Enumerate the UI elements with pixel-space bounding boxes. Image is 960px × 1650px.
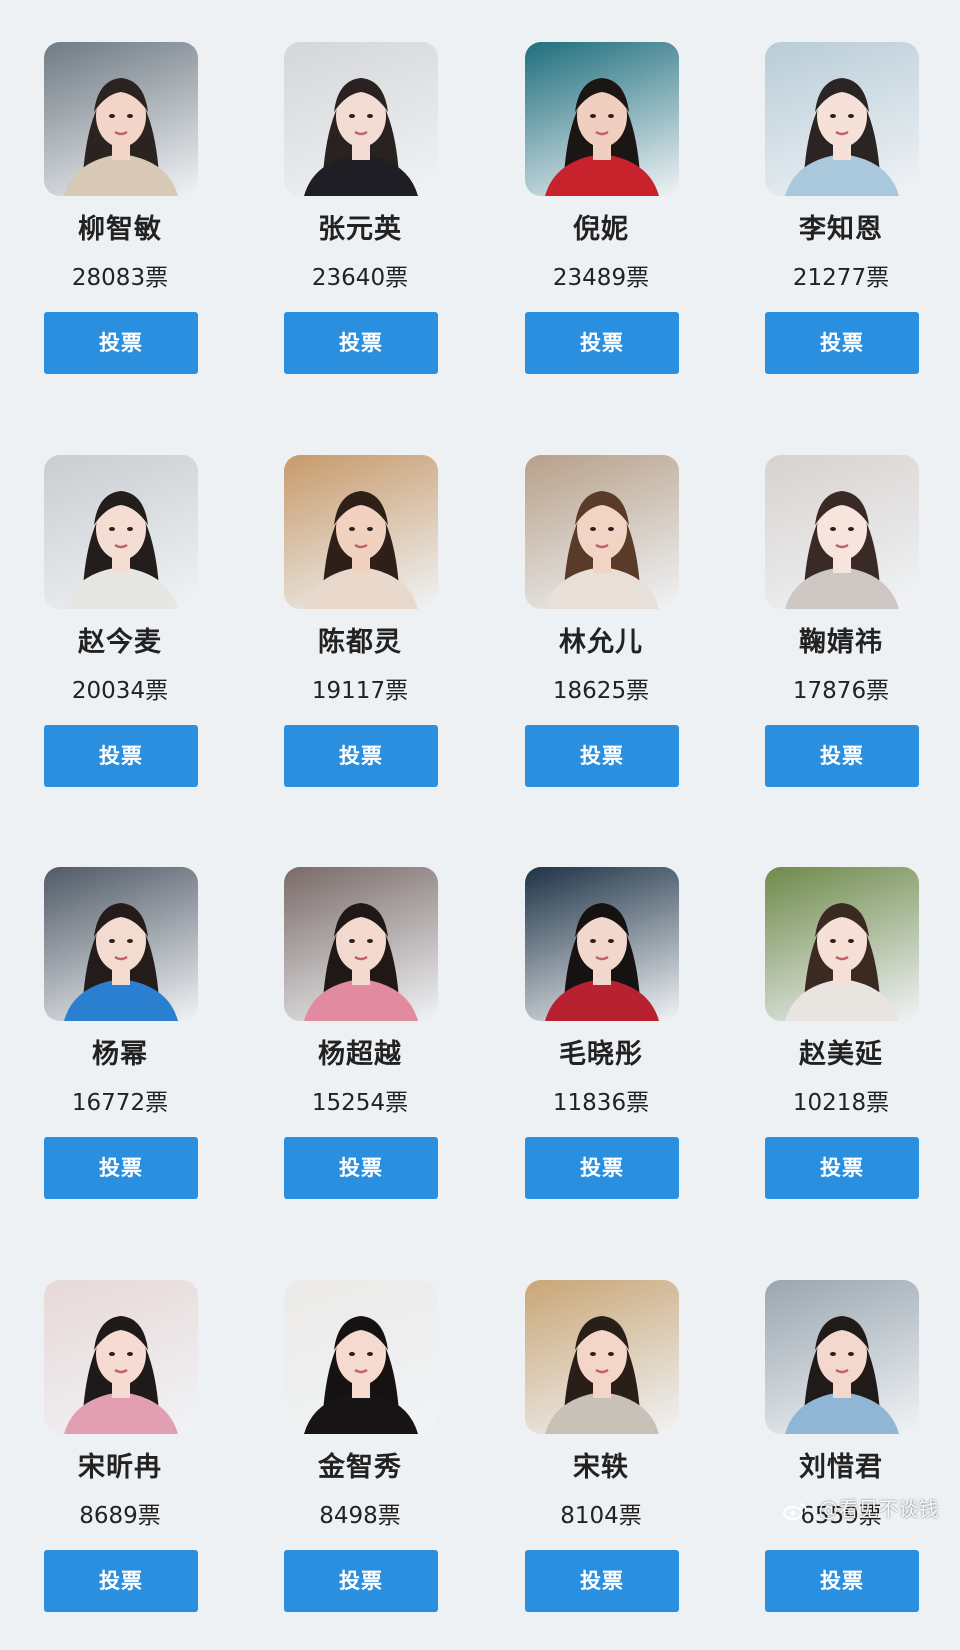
- contestant-grid: 柳智敏 28083票投票 张元英 23640票投票 倪妮 23489票投票 李知恩 21277…: [0, 0, 960, 1612]
- contestant-card: 张元英 23640票投票: [240, 0, 480, 412]
- contestant-avatar[interactable]: [44, 867, 198, 1021]
- vote-button[interactable]: 投票: [765, 1137, 919, 1199]
- contestant-name: 赵美延: [799, 1039, 883, 1070]
- vote-count: 19117票: [311, 678, 409, 704]
- vote-button[interactable]: 投票: [765, 312, 919, 374]
- vote-button[interactable]: 投票: [765, 725, 919, 787]
- watermark-text: @看见不谈钱: [818, 1497, 939, 1521]
- vote-count: 8498票: [319, 1503, 401, 1529]
- contestant-card: 毛晓彤 11836票投票: [481, 825, 721, 1237]
- vote-button[interactable]: 投票: [525, 312, 679, 374]
- contestant-card: 赵今麦 20034票投票: [0, 413, 240, 825]
- vote-count: 23489票: [552, 265, 650, 291]
- contestant-name: 张元英: [318, 214, 402, 245]
- vote-button[interactable]: 投票: [284, 1550, 438, 1612]
- vote-button[interactable]: 投票: [284, 725, 438, 787]
- contestant-name: 杨超越: [318, 1039, 402, 1070]
- contestant-avatar[interactable]: [525, 867, 679, 1021]
- contestant-avatar[interactable]: [284, 1280, 438, 1434]
- contestant-card: 林允儿 18625票投票: [481, 413, 721, 825]
- contestant-avatar[interactable]: [765, 42, 919, 196]
- contestant-card: 宋昕冉 8689票投票: [0, 1238, 240, 1650]
- contestant-name: 陈都灵: [318, 627, 402, 658]
- vote-count: 11836票: [552, 1090, 650, 1116]
- contestant-name: 鞠婧祎: [799, 627, 883, 658]
- contestant-name: 柳智敏: [78, 214, 162, 245]
- contestant-name: 刘惜君: [799, 1452, 883, 1483]
- contestant-name: 宋昕冉: [78, 1452, 162, 1483]
- vote-button[interactable]: 投票: [44, 725, 198, 787]
- vote-button[interactable]: 投票: [284, 312, 438, 374]
- contestant-card: 倪妮 23489票投票: [481, 0, 721, 412]
- vote-button[interactable]: 投票: [284, 1137, 438, 1199]
- contestant-card: 赵美延 10218票投票: [721, 825, 960, 1237]
- contestant-card: 陈都灵 19117票投票: [240, 413, 480, 825]
- contestant-avatar[interactable]: [284, 455, 438, 609]
- contestant-avatar[interactable]: [525, 455, 679, 609]
- vote-count: 16772票: [71, 1090, 169, 1116]
- vote-count: 17876票: [792, 678, 890, 704]
- contestant-avatar[interactable]: [765, 455, 919, 609]
- contestant-card: 宋轶 8104票投票: [481, 1238, 721, 1650]
- vote-button[interactable]: 投票: [44, 1137, 198, 1199]
- contestant-avatar[interactable]: [525, 42, 679, 196]
- vote-count: 23640票: [311, 265, 409, 291]
- contestant-card: 鞠婧祎 17876票投票: [721, 413, 960, 825]
- vote-button[interactable]: 投票: [44, 312, 198, 374]
- vote-button[interactable]: 投票: [525, 1137, 679, 1199]
- vote-button[interactable]: 投票: [44, 1550, 198, 1612]
- vote-count: 28083票: [71, 265, 169, 291]
- contestant-avatar[interactable]: [44, 42, 198, 196]
- contestant-avatar[interactable]: [525, 1280, 679, 1434]
- vote-count: 8689票: [79, 1503, 161, 1529]
- contestant-avatar[interactable]: [765, 867, 919, 1021]
- contestant-card: 李知恩 21277票投票: [721, 0, 960, 412]
- contestant-avatar[interactable]: [765, 1280, 919, 1434]
- contestant-name: 金智秀: [318, 1452, 402, 1483]
- contestant-name: 林允儿: [559, 627, 643, 658]
- contestant-name: 倪妮: [573, 214, 629, 245]
- contestant-name: 赵今麦: [78, 627, 162, 658]
- contestant-name: 宋轶: [573, 1452, 629, 1483]
- contestant-card: 柳智敏 28083票投票: [0, 0, 240, 412]
- contestant-avatar[interactable]: [44, 1280, 198, 1434]
- contestant-name: 杨幂: [92, 1039, 148, 1070]
- weibo-logo-icon: [783, 1502, 807, 1520]
- vote-count: 8104票: [560, 1503, 642, 1529]
- vote-count: 15254票: [311, 1090, 409, 1116]
- vote-count: 20034票: [71, 678, 169, 704]
- contestant-card: 杨幂 16772票投票: [0, 825, 240, 1237]
- contestant-avatar[interactable]: [44, 455, 198, 609]
- contestant-name: 李知恩: [799, 214, 883, 245]
- vote-button[interactable]: 投票: [765, 1550, 919, 1612]
- contestant-card: 刘惜君 6559票 投票: [721, 1238, 960, 1650]
- vote-count: 10218票: [792, 1090, 890, 1116]
- vote-button[interactable]: 投票: [525, 725, 679, 787]
- vote-button[interactable]: 投票: [525, 1550, 679, 1612]
- contestant-card: 杨超越 15254票投票: [240, 825, 480, 1237]
- watermark: @看见不谈钱: [782, 1492, 954, 1526]
- contestant-avatar[interactable]: [284, 867, 438, 1021]
- contestant-name: 毛晓彤: [559, 1039, 643, 1070]
- vote-count: 18625票: [552, 678, 650, 704]
- vote-count: 21277票: [792, 265, 890, 291]
- contestant-card: 金智秀 8498票投票: [240, 1238, 480, 1650]
- contestant-avatar[interactable]: [284, 42, 438, 196]
